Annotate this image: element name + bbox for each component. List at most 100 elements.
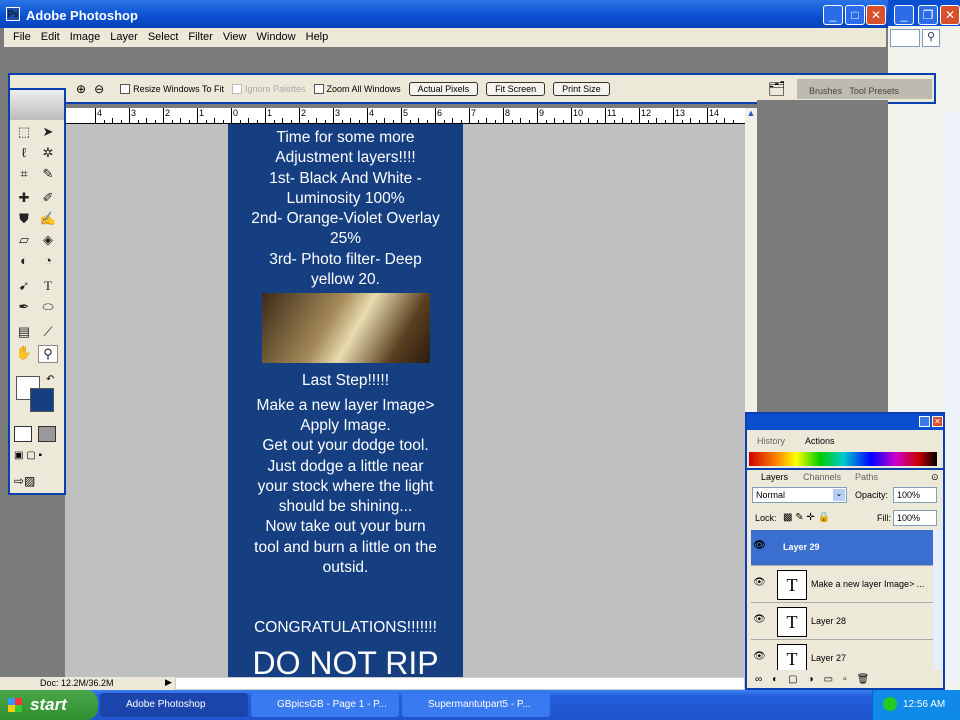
bg-address-field[interactable]	[890, 29, 920, 47]
resize-windows-checkbox[interactable]: Resize Windows To Fit	[120, 83, 224, 94]
document-text-line: 2nd- Orange-Violet Overlay	[251, 210, 440, 228]
file-browser-icon[interactable]: 🗂	[768, 80, 786, 97]
swap-colors-icon[interactable]: ↶	[46, 374, 54, 385]
eyedropper-icon[interactable]: ⟋	[38, 324, 58, 342]
task-photoshop[interactable]: Adobe Photoshop	[100, 693, 248, 717]
shape-tool-icon[interactable]: ⬭	[38, 299, 58, 317]
menu-file[interactable]: File	[8, 28, 36, 47]
type-tool-icon[interactable]: T	[38, 278, 58, 296]
magic-wand-icon[interactable]: ✲	[38, 145, 58, 163]
zoom-out-icon[interactable]: ⊖	[94, 82, 104, 96]
screen-mode-icons[interactable]: ▣ ▢ ▪	[14, 450, 56, 464]
palette-menu-icon[interactable]: ⊙	[931, 472, 939, 483]
ruler-label: 9	[537, 108, 544, 124]
tab-paths[interactable]: Paths	[855, 472, 878, 482]
menu-image[interactable]: Image	[65, 28, 106, 47]
canvas-area[interactable]: Time for some more Adjustment layers!!!! 1…	[65, 124, 745, 677]
maximize-button[interactable]: □	[845, 5, 865, 25]
eye-icon[interactable]: 👁	[753, 577, 767, 591]
standard-mode-icon[interactable]	[14, 426, 32, 442]
lasso-tool-icon[interactable]: ℓ	[14, 145, 34, 163]
blend-mode-select[interactable]: Normal ⌄	[752, 487, 847, 503]
eye-icon[interactable]: 👁	[753, 540, 767, 554]
tab-brushes[interactable]: Brushes	[809, 86, 842, 96]
marquee-tool-icon[interactable]: ⬚	[14, 124, 34, 142]
status-menu-arrow[interactable]: ▶	[165, 677, 172, 688]
menu-layer[interactable]: Layer	[105, 28, 143, 47]
document-text-line: yellow 20.	[311, 271, 380, 289]
print-size-button[interactable]: Print Size	[553, 81, 610, 96]
window-title: Adobe Photoshop	[26, 8, 138, 23]
ruler-label: 7	[469, 108, 476, 124]
quick-mask-icon[interactable]	[38, 426, 56, 442]
lock-icons[interactable]: ▩ ✎ ✛ 🔒	[783, 512, 830, 523]
bg-close-button[interactable]: ✕	[940, 5, 960, 25]
layer-footer-icons[interactable]: ∞◐▢◑▭▫🗑	[755, 674, 879, 685]
eye-icon[interactable]: 👁	[753, 614, 767, 628]
layer-row[interactable]: 👁 T Layer 27	[751, 641, 933, 670]
hand-tool-icon[interactable]: ✋	[14, 345, 34, 363]
tab-tool-presets[interactable]: Tool Presets	[849, 86, 899, 96]
actual-pixels-button[interactable]: Actual Pixels	[408, 81, 479, 96]
menu-edit[interactable]: Edit	[36, 28, 65, 47]
move-tool-icon[interactable]: ➤	[38, 124, 58, 142]
task-label: Supermantutpart5 - P...	[428, 699, 531, 710]
blur-tool-icon[interactable]: ◐	[14, 253, 34, 271]
ruler-label: 3	[129, 108, 136, 124]
last-step-text: Last Step!!!!!	[301, 372, 390, 390]
menu-help[interactable]: Help	[301, 28, 334, 47]
zoom-tool-icon[interactable]: ⚲	[38, 345, 58, 363]
zoom-in-icon[interactable]: ⊕	[76, 82, 86, 96]
ruler-label: 14	[707, 108, 719, 124]
notes-tool-icon[interactable]: ▤	[14, 324, 34, 342]
document-canvas[interactable]: Time for some more Adjustment layers!!!! 1…	[228, 124, 463, 677]
document-text-line: Apply Image.	[300, 416, 391, 434]
history-brush-icon[interactable]: ✍	[38, 211, 58, 229]
task-supermantut[interactable]: Supermantutpart5 - P...	[402, 693, 550, 717]
brush-tool-icon[interactable]: ✐	[38, 190, 58, 208]
tab-layers[interactable]: Layers	[761, 472, 788, 482]
path-select-icon[interactable]: ➹	[14, 278, 34, 296]
tab-history[interactable]: History	[757, 436, 785, 446]
status-bar: Doc: 12.2M/36.2M ▶	[0, 677, 745, 690]
paint-bucket-icon[interactable]: ◈	[38, 232, 58, 250]
palette-close-button[interactable]: ✕	[932, 416, 943, 427]
menu-view[interactable]: View	[218, 28, 252, 47]
minimize-button[interactable]: _	[823, 5, 843, 25]
menu-select[interactable]: Select	[143, 28, 184, 47]
fill-field[interactable]: 100%	[893, 510, 937, 526]
dodge-tool-icon[interactable]: ◔	[38, 253, 58, 271]
palette-restore-button[interactable]	[919, 416, 930, 427]
ruler-label: 4	[367, 108, 374, 124]
tab-actions[interactable]: Actions	[805, 436, 835, 446]
clone-stamp-icon[interactable]: ⛊	[14, 211, 34, 229]
doc-size: Doc: 12.2M/36.2M	[40, 678, 114, 688]
search-icon[interactable]: ⚲	[922, 29, 940, 47]
horizontal-scrollbar[interactable]	[175, 677, 745, 690]
layer-row[interactable]: 👁 Layer 29	[751, 530, 933, 566]
zoom-all-windows-checkbox[interactable]: Zoom All Windows	[313, 83, 401, 94]
healing-brush-icon[interactable]: ✚	[14, 190, 34, 208]
bg-scrollbar[interactable]	[944, 112, 960, 682]
eye-icon[interactable]: 👁	[753, 651, 767, 665]
pen-tool-icon[interactable]: ✒	[14, 299, 34, 317]
opacity-field[interactable]: 100%	[893, 487, 937, 503]
slice-tool-icon[interactable]: ✎	[38, 166, 58, 184]
menu-window[interactable]: Window	[252, 28, 301, 47]
close-button[interactable]: ✕	[866, 5, 886, 25]
tray-icon[interactable]	[883, 697, 897, 711]
menu-filter[interactable]: Filter	[183, 28, 217, 47]
bg-minimize-button[interactable]: _	[894, 5, 914, 25]
tab-channels[interactable]: Channels	[803, 472, 841, 482]
crop-tool-icon[interactable]: ⌗	[14, 166, 34, 184]
color-ramp[interactable]	[749, 452, 937, 466]
jump-to-imageready-icon[interactable]: ⇨▨	[14, 474, 56, 490]
task-browser[interactable]: GBpicsGB - Page 1 - P...	[251, 693, 399, 717]
layers-scrollbar[interactable]	[933, 530, 943, 670]
layer-row[interactable]: 👁 T Make a new layer Image> ...	[751, 567, 933, 603]
bg-restore-button[interactable]: ❐	[918, 5, 938, 25]
fit-screen-button[interactable]: Fit Screen	[486, 81, 546, 96]
eraser-icon[interactable]: ▱	[14, 232, 34, 250]
background-color-swatch[interactable]	[30, 388, 54, 412]
layer-row[interactable]: 👁 T Layer 28	[751, 604, 933, 640]
